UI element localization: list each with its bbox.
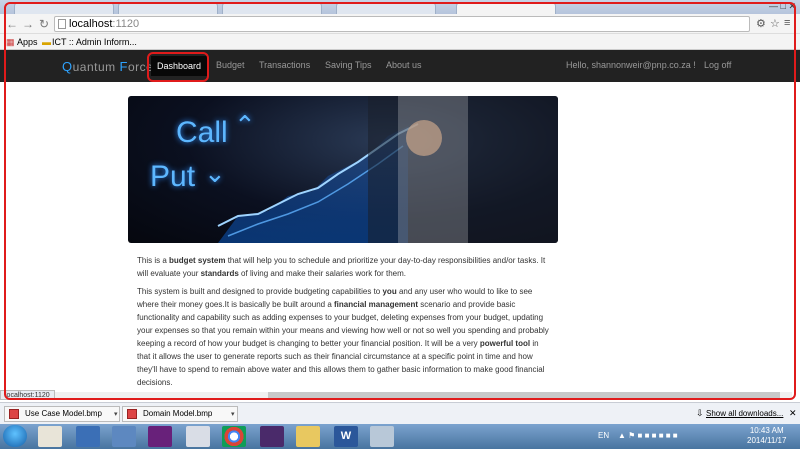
app-icon[interactable] [370, 426, 394, 447]
ide-icon[interactable] [76, 426, 100, 447]
intro-paragraph-1: This is a budget system that will help y… [137, 256, 546, 278]
browser-tab[interactable] [118, 2, 218, 14]
up-chevron-icon: ⌃ [234, 110, 256, 140]
browser-tab[interactable] [222, 2, 322, 14]
star-icon[interactable]: ☆ [770, 17, 780, 30]
download-item[interactable]: Domain Model.bmp [122, 406, 238, 422]
download-arrow-icon: ⇩ [696, 408, 704, 418]
horizontal-scrollbar[interactable] [8, 392, 792, 399]
down-chevron-icon: ⌄ [204, 158, 226, 188]
browser-toolbar: ← → ↻ localhost:1120 ⚙ ☆ ≡ [0, 14, 800, 34]
status-url-bubble: localhost:1120 [0, 390, 55, 400]
chevron-down-icon[interactable]: ▾ [114, 410, 118, 418]
browser-tab-active[interactable] [456, 2, 556, 14]
apps-icon: ▦ [6, 37, 15, 47]
bitmap-file-icon [9, 409, 19, 419]
forward-icon[interactable]: → [22, 17, 34, 31]
nav-saving-tips[interactable]: Saving Tips [325, 60, 372, 70]
app-icon[interactable] [186, 426, 210, 447]
bitmap-file-icon [127, 409, 137, 419]
app-icon[interactable] [260, 426, 284, 447]
reload-icon[interactable]: ↻ [39, 17, 49, 31]
file-explorer-icon[interactable] [38, 426, 62, 447]
start-button-icon[interactable] [3, 425, 27, 447]
bookmark-ict-admin[interactable]: ICT :: Admin Inform... [52, 37, 137, 47]
brand-logo[interactable]: Quantum Force [62, 59, 153, 74]
window-controls[interactable]: — □ ✕ [769, 1, 796, 12]
tray-icons[interactable]: ▲ ⚑ ■ ■ ■ ■ ■ ■ [618, 431, 678, 440]
address-port: :1120 [112, 18, 140, 30]
menu-icon[interactable]: ≡ [784, 17, 790, 29]
windows-taskbar: W EN ▲ ⚑ ■ ■ ■ ■ ■ ■ 10:43 AM 2014/11/17 [0, 424, 800, 449]
app-icon[interactable] [112, 426, 136, 447]
wrench-icon[interactable]: ⚙ [756, 17, 766, 30]
scrollbar-thumb[interactable] [268, 392, 780, 399]
show-all-downloads-link[interactable]: Show all downloads... [706, 409, 783, 418]
downloads-shelf: Use Case Model.bmp ▾ Domain Model.bmp ▾ … [0, 402, 800, 424]
logoff-link[interactable]: Log off [704, 60, 731, 70]
chrome-icon[interactable] [222, 426, 246, 447]
hero-image: Call ⌃ Put ⌄ [128, 96, 558, 243]
browser-tab[interactable] [336, 2, 436, 14]
language-indicator[interactable]: EN [598, 431, 609, 440]
browser-tab[interactable] [14, 2, 114, 14]
intro-paragraph-2: This system is built and designed to pro… [137, 287, 549, 387]
bookmarks-bar: ▦ Apps ▬ ICT :: Admin Inform... [0, 34, 800, 50]
word-icon[interactable]: W [334, 426, 358, 447]
nav-about-us[interactable]: About us [386, 60, 422, 70]
intro-content: This is a budget system that will help y… [137, 254, 550, 394]
bookmark-apps[interactable]: Apps [17, 37, 38, 47]
nav-transactions[interactable]: Transactions [259, 60, 310, 70]
visual-studio-icon[interactable] [148, 426, 172, 447]
address-host: localhost [69, 18, 113, 30]
download-item[interactable]: Use Case Model.bmp [4, 406, 120, 422]
folder-icon: ▬ [42, 37, 51, 47]
site-navbar: Quantum Force Dashboard Budget Transacti… [0, 50, 800, 82]
nav-budget[interactable]: Budget [216, 60, 245, 70]
hero-put-text: Put [150, 160, 196, 193]
page-icon [58, 19, 66, 29]
back-icon[interactable]: ← [6, 17, 18, 31]
user-greeting[interactable]: Hello, shannonweir@pnp.co.za ! [566, 60, 696, 70]
chevron-down-icon[interactable]: ▾ [231, 410, 235, 418]
dashboard-highlight [147, 52, 209, 82]
folder-icon[interactable] [296, 426, 320, 447]
close-icon[interactable]: ✕ [789, 408, 797, 419]
address-bar[interactable]: localhost:1120 [54, 16, 750, 32]
hero-call-text: Call [176, 116, 228, 149]
system-clock[interactable]: 10:43 AM 2014/11/17 [747, 426, 786, 446]
browser-tab-strip: — □ ✕ [0, 0, 800, 14]
